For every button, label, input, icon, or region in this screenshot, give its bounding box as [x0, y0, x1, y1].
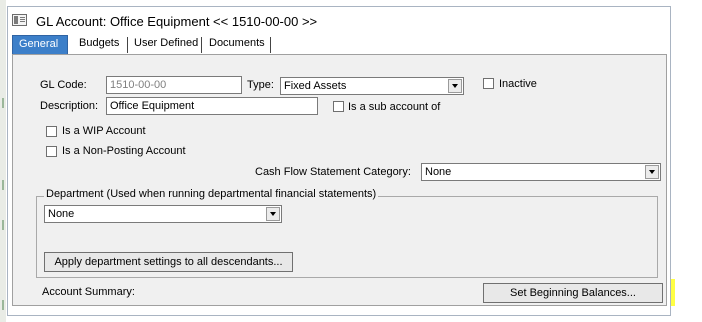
- wip-account-checkbox[interactable]: [46, 126, 57, 137]
- inactive-checkbox[interactable]: [483, 78, 494, 89]
- chevron-down-icon[interactable]: [645, 165, 659, 179]
- cash-flow-select[interactable]: None: [421, 163, 661, 181]
- non-posting-label: Is a Non-Posting Account: [62, 145, 186, 157]
- chevron-down-icon[interactable]: [448, 79, 462, 93]
- department-group-title: Department (Used when running department…: [44, 188, 379, 200]
- wip-account-label: Is a WIP Account: [62, 125, 146, 137]
- department-select-value: None: [48, 208, 75, 220]
- description-field[interactable]: Office Equipment: [106, 97, 318, 115]
- cash-flow-label: Cash Flow Statement Category:: [255, 166, 411, 178]
- inactive-label: Inactive: [499, 78, 537, 90]
- gl-code-field: 1510-00-00: [106, 76, 242, 94]
- window-app-icon: [12, 14, 27, 26]
- chevron-down-icon[interactable]: [266, 207, 280, 221]
- type-select[interactable]: Fixed Assets: [280, 77, 464, 95]
- type-select-value: Fixed Assets: [284, 80, 347, 92]
- background-window-edge: [0, 0, 6, 322]
- account-summary-label: Account Summary:: [42, 286, 135, 298]
- window-title: GL Account: Office Equipment << 1510-00-…: [36, 14, 318, 29]
- tab-budgets[interactable]: Budgets: [73, 35, 127, 54]
- sub-account-checkbox[interactable]: [333, 101, 344, 112]
- department-select[interactable]: None: [44, 205, 282, 223]
- tab-divider: [201, 37, 202, 53]
- tab-user-defined[interactable]: User Defined: [128, 35, 200, 54]
- tab-general[interactable]: General: [12, 35, 68, 54]
- tab-divider: [270, 37, 271, 53]
- type-label: Type:: [247, 79, 274, 91]
- description-label: Description:: [40, 100, 99, 112]
- cash-flow-select-value: None: [425, 166, 452, 178]
- set-beginning-balances-button[interactable]: Set Beginning Balances...: [483, 283, 663, 303]
- apply-department-button[interactable]: Apply department settings to all descend…: [44, 252, 293, 272]
- non-posting-checkbox[interactable]: [46, 146, 57, 157]
- tab-documents[interactable]: Documents: [203, 35, 269, 54]
- gl-code-label: GL Code:: [40, 79, 87, 91]
- sub-account-label: Is a sub account of: [348, 101, 441, 113]
- title-bar: GL Account: Office Equipment << 1510-00-…: [8, 7, 670, 35]
